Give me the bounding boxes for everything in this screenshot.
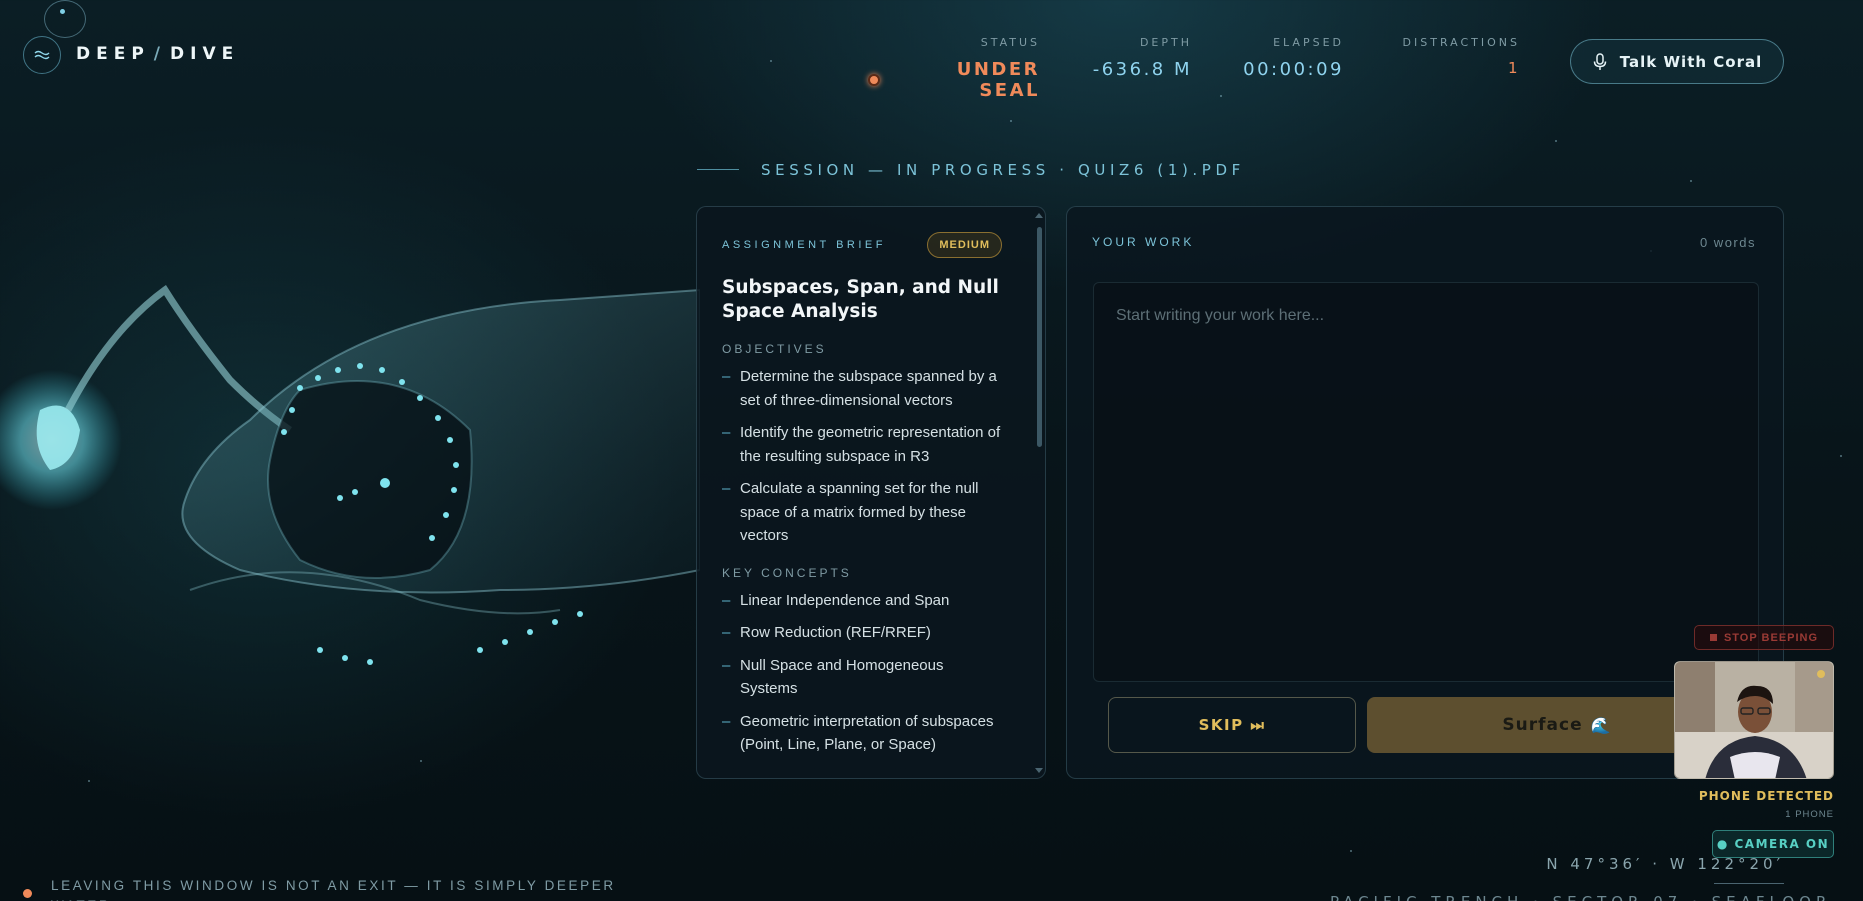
brand-separator: /	[153, 44, 167, 64]
distractions-label: DISTRACTIONS	[1402, 36, 1520, 49]
talk-with-coral-button[interactable]: Talk With Coral	[1570, 39, 1784, 84]
concept-item: – Linear Independence and Span	[722, 589, 1002, 613]
concept-item: – Row Reduction (REF/RREF)	[722, 621, 1002, 645]
footer-note: LEAVING THIS WINDOW IS NOT AN EXIT — IT …	[51, 878, 616, 901]
stop-square-icon	[1709, 634, 1717, 641]
particle	[1010, 120, 1012, 122]
fish-mouth	[267, 380, 473, 579]
elapsed-value: 00:00:09	[1243, 59, 1344, 80]
wave-logo-icon[interactable]	[23, 36, 61, 74]
mic-icon	[1593, 52, 1606, 70]
anglerfish-illustration	[0, 284, 700, 665]
objective-item: – Determine the subspace spanned by a set…	[722, 365, 1002, 412]
brand-left: DEEP	[76, 44, 150, 64]
scroll-up-arrow-icon[interactable]	[1035, 213, 1043, 218]
elapsed-stat: ELAPSED 00:00:09	[1238, 36, 1344, 80]
work-textarea[interactable]	[1093, 282, 1759, 682]
concept-item: – Null Space and Homogeneous Systems	[722, 654, 1002, 701]
particle	[770, 60, 772, 62]
distractions-stat: DISTRACTIONS 1	[1390, 36, 1520, 77]
webcam-person-image	[1675, 662, 1833, 778]
stop-beeping-label: STOP BEEPING	[1723, 631, 1819, 644]
status-label: STATUS	[980, 36, 1040, 49]
work-label: YOUR WORK	[1092, 235, 1195, 249]
particle	[1555, 140, 1557, 142]
footer-status-dot-icon	[23, 889, 32, 898]
session-divider	[697, 169, 739, 170]
concept-text: Linear Independence and Span	[740, 591, 950, 609]
concept-text: Row Reduction (REF/RREF)	[740, 624, 931, 641]
concept-text: Geometric interpretation of subspaces (P…	[740, 712, 994, 754]
concept-text: Null Space and Homogeneous Systems	[740, 656, 944, 698]
particle	[88, 780, 90, 782]
brand-right: DIVE	[170, 44, 240, 64]
status-stat: STATUS UNDER SEAL	[868, 36, 1040, 101]
brief-label: ASSIGNMENT BRIEF	[722, 239, 886, 251]
surface-label: Surface	[1502, 715, 1583, 735]
assignment-brief-panel[interactable]: ASSIGNMENT BRIEF MEDIUM Subspaces, Span,…	[696, 206, 1046, 779]
phone-count: 1 PHONE	[1785, 809, 1834, 820]
scrollbar-thumb[interactable]	[1037, 227, 1042, 447]
key-concepts-heading: KEY CONCEPTS	[722, 565, 852, 580]
depth-value: -636.8 M	[1092, 59, 1192, 80]
brief-scrollbar[interactable]	[1035, 213, 1043, 773]
objective-item: – Calculate a spanning set for the null s…	[722, 477, 1002, 548]
wave-icon: 🌊	[1590, 715, 1612, 735]
app-logo: DEEP / DIVE	[76, 44, 239, 64]
concept-item: – Geometric interpretation of subspaces (…	[722, 710, 1002, 757]
assignment-title: Subspaces, Span, and Null Space Analysis	[722, 277, 999, 322]
location-subtitle: PACIFIC TRENCH · SECTOR 07 · SEAFLOOR	[1330, 893, 1831, 901]
webcam-preview	[1674, 661, 1834, 779]
scroll-down-arrow-icon[interactable]	[1035, 768, 1043, 773]
session-label: SESSION — IN PROGRESS · QUIZ6 (1).PDF	[761, 161, 1245, 179]
particle	[1350, 850, 1352, 852]
phone-detected-alert: PHONE DETECTED	[1698, 789, 1834, 803]
word-count: 0 words	[1699, 235, 1756, 250]
objective-text: Identify the geometric representation of…	[740, 424, 1001, 465]
logo-orb	[44, 0, 86, 38]
particle	[1840, 455, 1842, 457]
wave-glyph	[34, 50, 50, 60]
elapsed-label: ELAPSED	[1273, 36, 1344, 49]
objective-text: Determine the subspace spanned by a set …	[740, 368, 997, 409]
objective-item: – Identify the geometric representation o…	[722, 421, 1002, 468]
particle	[1690, 180, 1692, 182]
skip-button[interactable]: SKIP ⏭	[1108, 697, 1356, 753]
talk-button-label: Talk With Coral	[1619, 52, 1763, 71]
coordinates: N 47°36′ · W 122°20′	[1546, 855, 1784, 873]
distractions-value: 1	[1507, 59, 1520, 77]
depth-stat: DEPTH -636.8 M	[1090, 36, 1192, 80]
objective-text: Calculate a spanning set for the null sp…	[740, 480, 979, 544]
camera-on-toggle[interactable]: ● CAMERA ON	[1712, 830, 1834, 858]
difficulty-badge: MEDIUM	[927, 232, 1002, 258]
coords-divider	[1714, 883, 1784, 884]
stop-beeping-button[interactable]: STOP BEEPING	[1694, 625, 1834, 650]
particle	[1220, 95, 1222, 97]
objectives-heading: OBJECTIVES	[722, 342, 827, 356]
particle	[420, 760, 422, 762]
status-value: UNDER SEAL	[956, 59, 1040, 101]
status-dot-icon	[868, 74, 880, 86]
depth-label: DEPTH	[1139, 36, 1192, 49]
